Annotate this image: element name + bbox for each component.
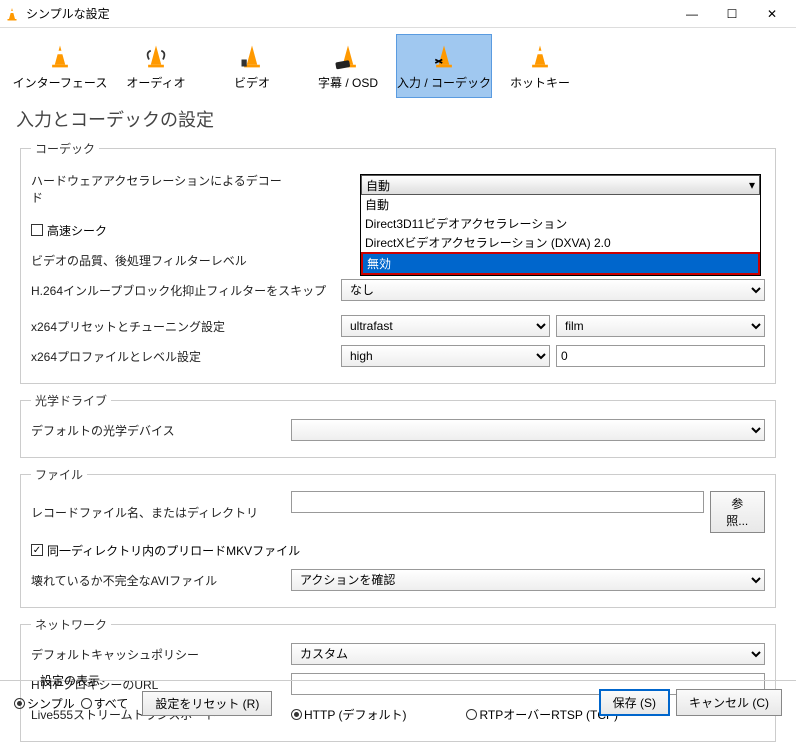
h264-skip-select[interactable]: なし — [341, 279, 765, 301]
x264-level-input[interactable] — [556, 345, 765, 367]
close-button[interactable]: ✕ — [752, 1, 792, 27]
cone-board-icon — [334, 42, 362, 70]
all-label: すべて — [94, 695, 129, 712]
hw-decode-option-highlighted[interactable]: 無効 — [361, 252, 760, 275]
cone-headphones-icon — [142, 42, 170, 70]
tab-video[interactable]: ビデオ — [204, 34, 300, 98]
cancel-button[interactable]: キャンセル (C) — [676, 689, 782, 716]
hw-decode-label: ハードウェアアクセラレーションによるデコード — [31, 172, 291, 206]
record-label: レコードファイル名、またはディレクトリ — [31, 504, 291, 521]
all-radio[interactable]: すべて — [81, 695, 129, 712]
content: コーデック ハードウェアアクセラレーションによるデコード 自動 ▾ 自動 Dir… — [0, 140, 796, 742]
hw-decode-select[interactable]: 自動 ▾ — [361, 175, 760, 195]
cone-codec-icon — [430, 42, 458, 70]
fast-seek-checkbox[interactable]: 高速シーク — [31, 222, 107, 239]
footer: 設定の表示 シンプル すべて 設定をリセット (R) 保存 (S) キャンセル … — [0, 680, 796, 726]
show-settings-label: 設定の表示 — [40, 672, 599, 689]
tab-label: インターフェース — [13, 74, 108, 91]
browse-button[interactable]: 参照... — [710, 491, 766, 533]
hw-decode-option[interactable]: Direct3D11ビデオアクセラレーション — [361, 214, 760, 233]
page-title: 入力とコーデックの設定 — [0, 98, 796, 140]
optical-legend: 光学ドライブ — [31, 392, 111, 409]
hw-decode-selected: 自動 — [366, 177, 390, 194]
broken-avi-label: 壊れているか不完全なAVIファイル — [31, 572, 291, 589]
vlc-cone-icon — [4, 6, 20, 22]
fast-seek-label: 高速シーク — [47, 222, 107, 239]
tab-label: 字幕 / OSD — [318, 74, 378, 91]
checkbox-icon — [31, 224, 43, 236]
optical-device-label: デフォルトの光学デバイス — [31, 422, 291, 439]
tab-audio[interactable]: オーディオ — [108, 34, 204, 98]
hw-decode-option[interactable]: 自動 — [361, 195, 760, 214]
x264-preset-select[interactable]: ultrafast — [341, 315, 550, 337]
hw-decode-option[interactable]: DirectXビデオアクセラレーション (DXVA) 2.0 — [361, 233, 760, 252]
hw-decode-dropdown[interactable]: 自動 ▾ 自動 Direct3D11ビデオアクセラレーション DirectXビデ… — [360, 174, 761, 276]
optical-fieldset: 光学ドライブ デフォルトの光学デバイス — [20, 392, 776, 458]
save-button[interactable]: 保存 (S) — [599, 689, 670, 716]
cone-icon — [526, 42, 554, 70]
tab-label: ビデオ — [234, 74, 270, 91]
preload-mkv-checkbox[interactable]: 同一ディレクトリ内のプリロードMKVファイル — [31, 542, 300, 559]
tab-subtitles[interactable]: 字幕 / OSD — [300, 34, 396, 98]
reset-button[interactable]: 設定をリセット (R) — [142, 691, 272, 716]
tab-hotkeys[interactable]: ホットキー — [492, 34, 588, 98]
x264-tune-select[interactable]: film — [556, 315, 765, 337]
radio-on-icon — [14, 698, 25, 709]
checkbox-checked-icon — [31, 544, 43, 556]
cone-film-icon — [238, 42, 266, 70]
network-legend: ネットワーク — [31, 616, 111, 633]
tab-label: ホットキー — [510, 74, 570, 91]
h264-skip-label: H.264インループブロック化抑止フィルターをスキップ — [31, 282, 341, 299]
record-input[interactable] — [291, 491, 704, 513]
cache-policy-select[interactable]: カスタム — [291, 643, 765, 665]
tab-interface[interactable]: インターフェース — [12, 34, 108, 98]
tab-label: オーディオ — [126, 74, 185, 91]
simple-label: シンプル — [27, 695, 75, 712]
titlebar: シンプルな設定 — ☐ ✕ — [0, 0, 796, 28]
x264-profile-label: x264プロファイルとレベル設定 — [31, 348, 341, 365]
x264-profile-select[interactable]: high — [341, 345, 550, 367]
window-title: シンプルな設定 — [26, 5, 672, 22]
file-fieldset: ファイル レコードファイル名、またはディレクトリ 参照... 同一ディレクトリ内… — [20, 466, 776, 608]
radio-off-icon — [81, 698, 92, 709]
broken-avi-select[interactable]: アクションを確認 — [291, 569, 765, 591]
window-controls: — ☐ ✕ — [672, 1, 792, 27]
preload-mkv-label: 同一ディレクトリ内のプリロードMKVファイル — [47, 542, 300, 559]
chevron-down-icon: ▾ — [749, 178, 755, 192]
minimize-button[interactable]: — — [672, 1, 712, 27]
simple-radio[interactable]: シンプル — [14, 695, 75, 712]
optical-device-select[interactable] — [291, 419, 765, 441]
file-legend: ファイル — [31, 466, 87, 483]
maximize-button[interactable]: ☐ — [712, 1, 752, 27]
x264-preset-label: x264プリセットとチューニング設定 — [31, 318, 341, 335]
tab-input-codecs[interactable]: 入力 / コーデック — [396, 34, 492, 98]
codec-fieldset: コーデック ハードウェアアクセラレーションによるデコード 自動 ▾ 自動 Dir… — [20, 140, 776, 384]
quality-label: ビデオの品質、後処理フィルターレベル — [31, 252, 291, 269]
tab-label: 入力 / コーデック — [397, 74, 491, 91]
cone-icon — [46, 42, 74, 70]
cache-policy-label: デフォルトキャッシュポリシー — [31, 646, 291, 663]
codec-legend: コーデック — [31, 140, 99, 157]
category-toolbar: インターフェース オーディオ ビデオ 字幕 / OSD 入力 / コーデック ホ… — [0, 28, 796, 98]
